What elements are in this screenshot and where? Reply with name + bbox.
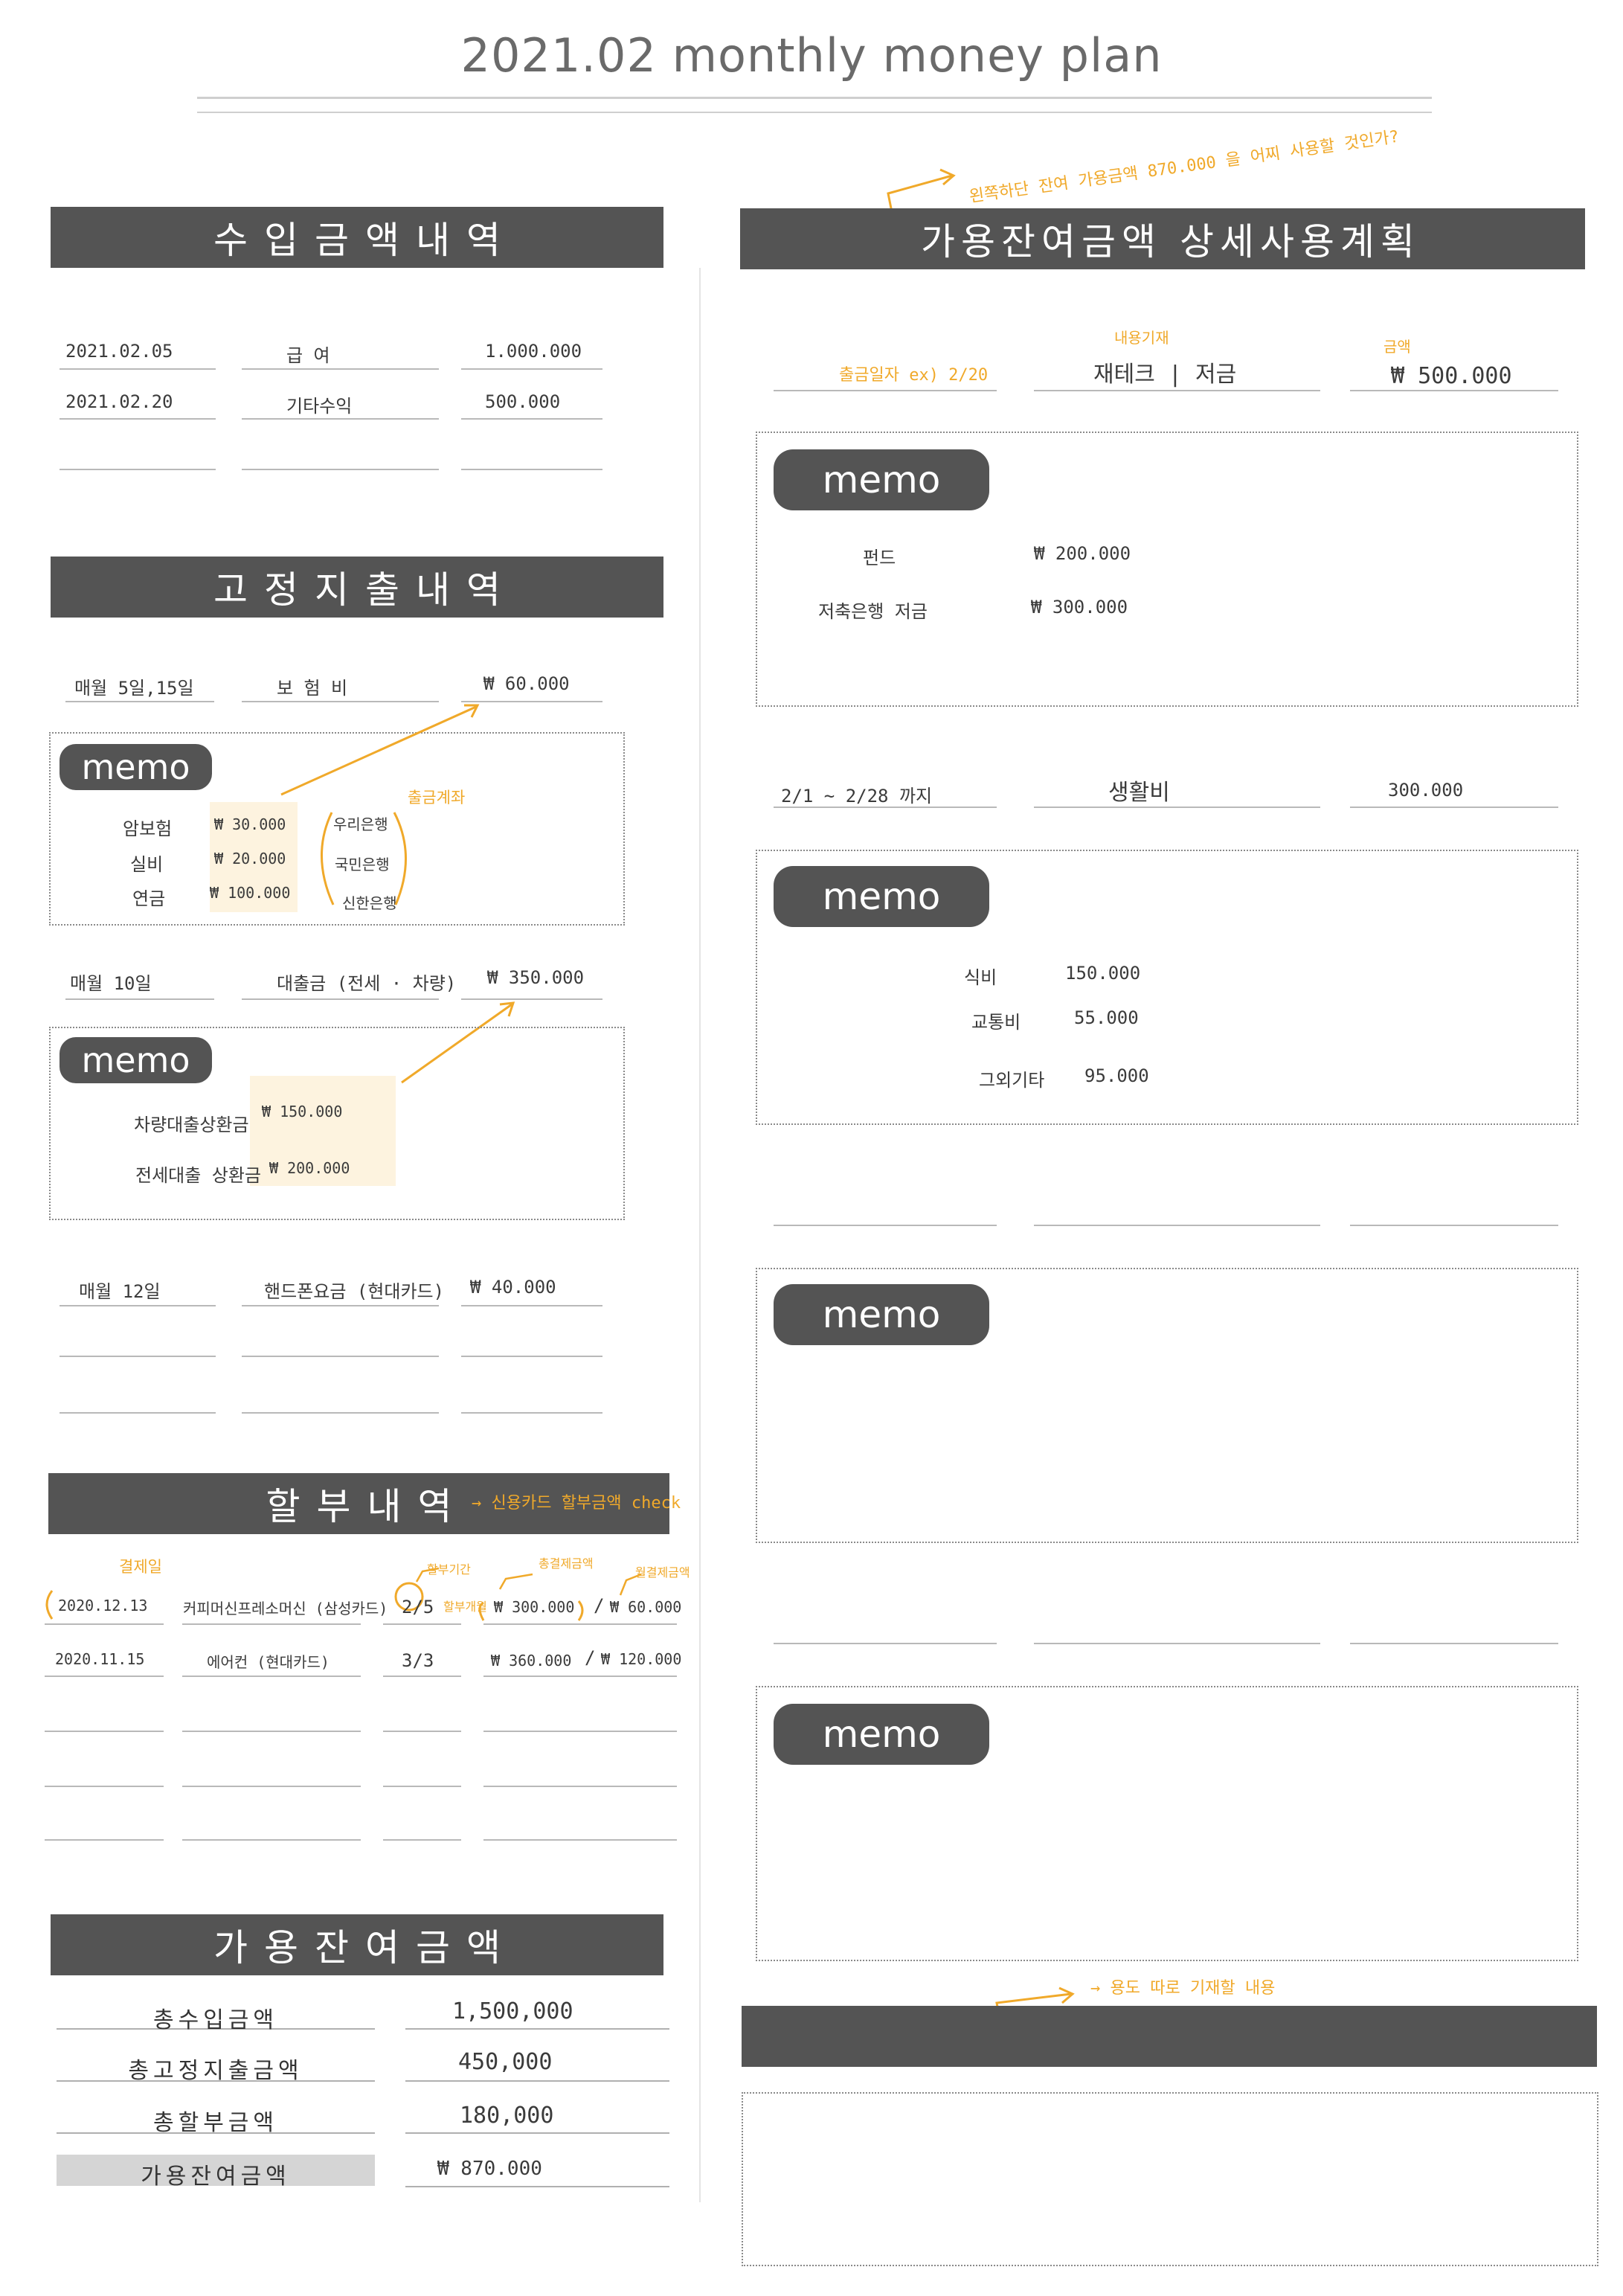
bottom-arrow bbox=[995, 1986, 1075, 2042]
extra-header-bar bbox=[742, 2006, 1597, 2067]
extra-memo-box bbox=[742, 2092, 1598, 2266]
